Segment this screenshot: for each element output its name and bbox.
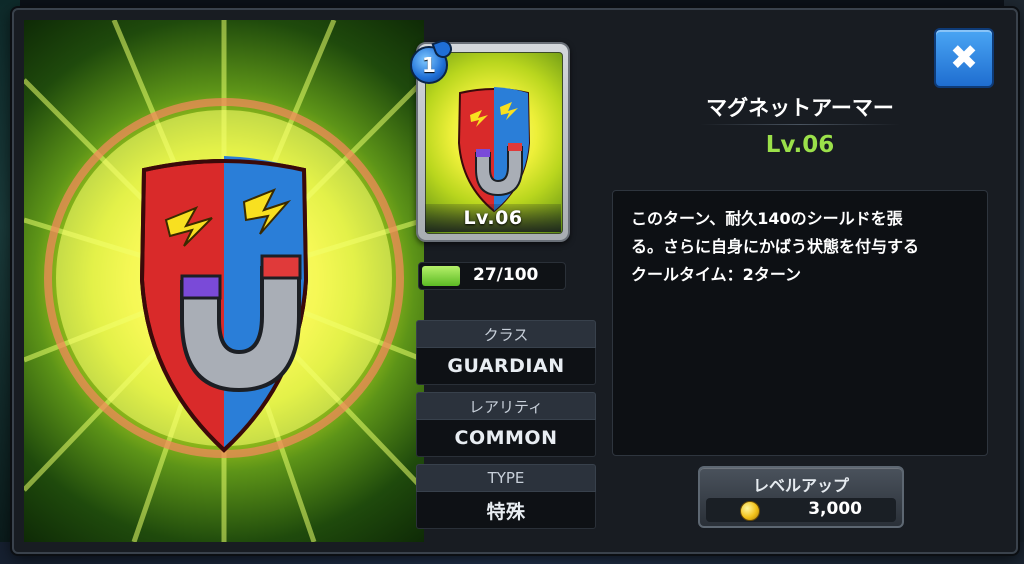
close-icon: ✖ [949, 38, 979, 78]
item-artwork [24, 20, 424, 542]
divider [700, 124, 900, 125]
class-block: クラス GUARDIAN [416, 320, 596, 385]
description-line: このターン、耐久140のシールドを張 [631, 209, 903, 228]
skill-level: Lv.06 [765, 132, 835, 158]
level-up-button[interactable]: レベルアップ 3,000 [698, 466, 904, 528]
cost-value: 1 [422, 53, 436, 77]
rarity-label: レアリティ [416, 392, 596, 420]
class-value: GUARDIAN [416, 348, 596, 385]
rarity-block: レアリティ COMMON [416, 392, 596, 457]
magnet-shield-art-icon [24, 20, 424, 542]
rarity-value: COMMON [416, 420, 596, 457]
experience-text: 27/100 [473, 265, 539, 285]
card-level-label: Lv.06 [425, 204, 561, 232]
skill-description-box: このターン、耐久140のシールドを張 る。さらに自身にかばう状態を付与する クー… [612, 190, 988, 456]
type-value: 特殊 [416, 492, 596, 529]
class-label: クラス [416, 320, 596, 348]
coin-icon [740, 501, 760, 521]
type-block: TYPE 特殊 [416, 464, 596, 529]
level-up-cost-value: 3,000 [808, 499, 862, 519]
description-line: る。さらに自身にかばう状態を付与する [631, 237, 920, 256]
description-line: クールタイム：2ターン [631, 265, 802, 284]
experience-bar: 27/100 [418, 262, 566, 290]
cost-badge: 1 [410, 46, 448, 84]
type-label: TYPE [416, 464, 596, 492]
level-up-cost: 3,000 [706, 498, 896, 522]
experience-bar-fill [422, 266, 460, 286]
close-button[interactable]: ✖ [934, 28, 994, 88]
skill-name: マグネットアーマー [706, 96, 894, 120]
level-up-label: レベルアップ [752, 476, 849, 495]
